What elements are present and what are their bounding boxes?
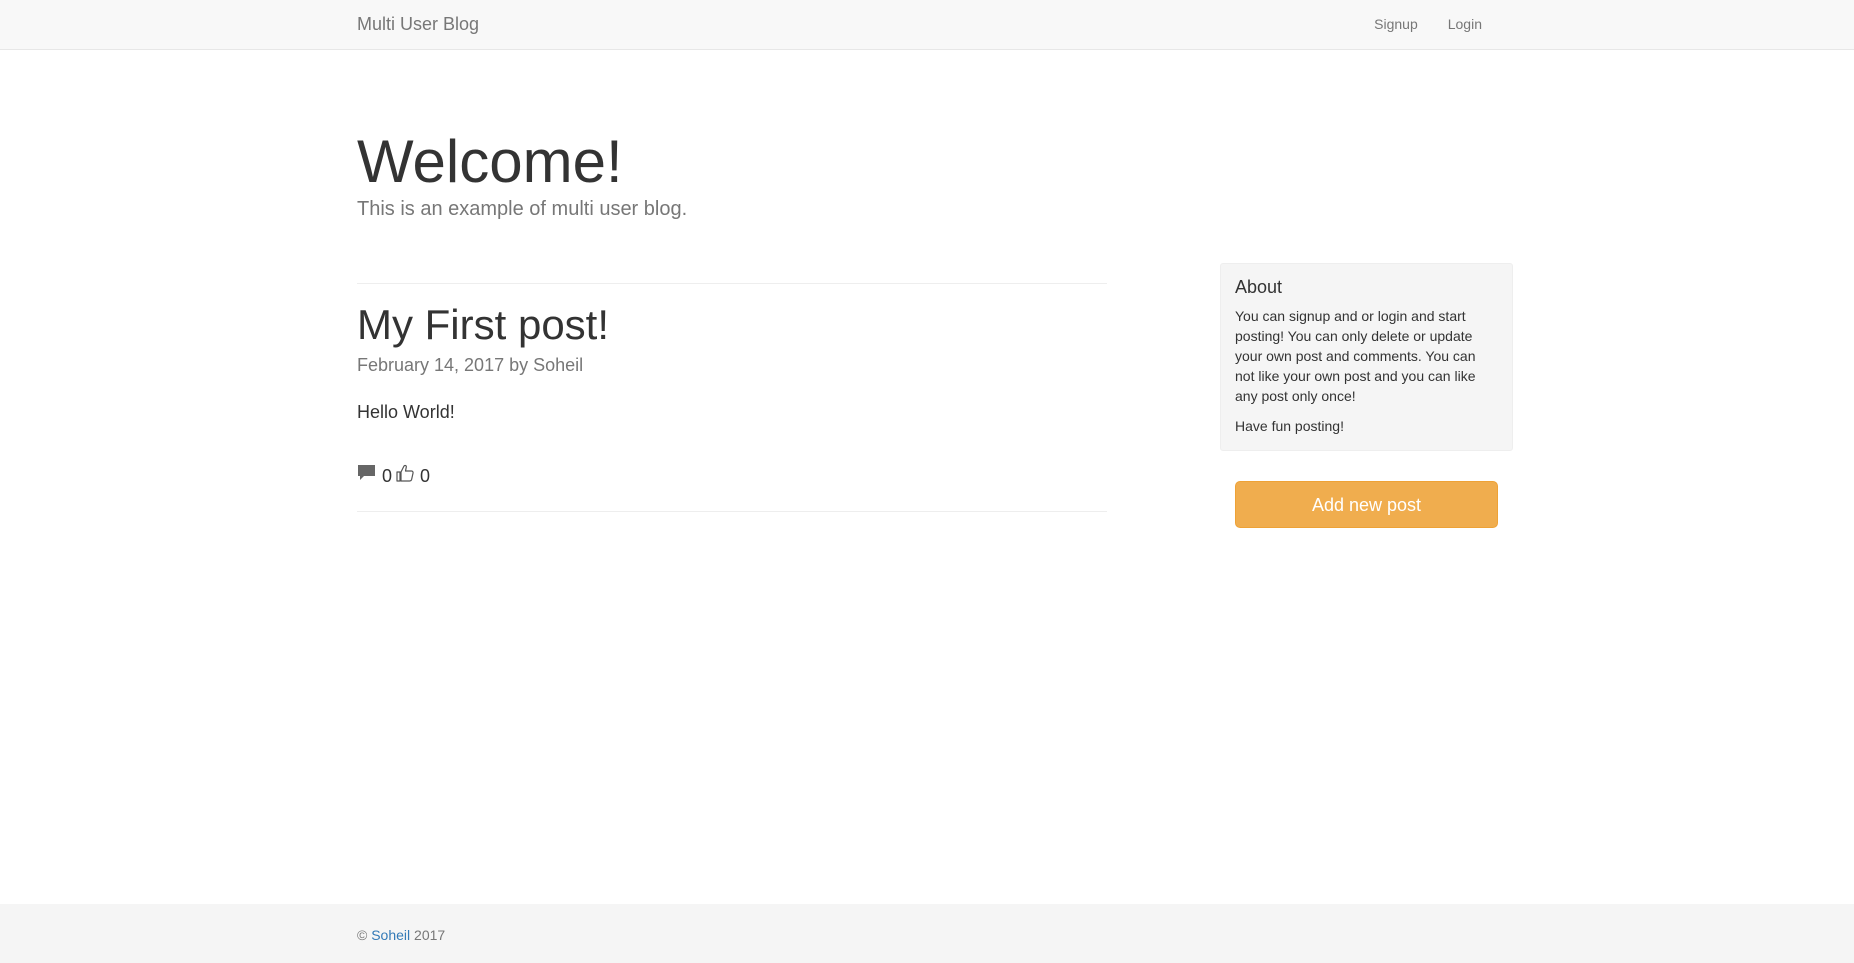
about-text-closing: Have fun posting! xyxy=(1235,418,1344,434)
signup-link[interactable]: Signup xyxy=(1359,0,1433,50)
post-stats: 0 0 xyxy=(357,464,434,487)
footer-text: © Soheil 2017 xyxy=(357,926,445,944)
post-date: February 14, 2017 xyxy=(357,355,505,375)
about-text: You can signup and or login and start po… xyxy=(1235,308,1476,404)
post-meta: February 14, 2017 by Soheil xyxy=(357,354,583,376)
about-title: About xyxy=(1235,277,1283,297)
page-subtitle: This is an example of multi user blog. xyxy=(357,198,688,220)
login-link[interactable]: Login xyxy=(1433,0,1497,50)
comment-icon[interactable] xyxy=(357,464,376,487)
page-title: Welcome! xyxy=(357,128,623,195)
like-count: 0 xyxy=(420,465,431,486)
thumbs-up-icon[interactable] xyxy=(396,464,414,487)
footer: © Soheil 2017 xyxy=(0,904,1854,963)
post-author: Soheil xyxy=(533,355,584,375)
navbar: Multi User Blog Signup Login xyxy=(0,0,1854,50)
divider xyxy=(357,511,1107,512)
post-title[interactable]: My First post! xyxy=(357,300,609,350)
footer-year: 2017 xyxy=(414,927,446,943)
footer-author-link[interactable]: Soheil xyxy=(371,927,410,943)
divider xyxy=(357,283,1107,284)
nav-links: Signup Login xyxy=(1359,0,1497,50)
copyright-symbol: © xyxy=(357,927,368,943)
post-body: Hello World! xyxy=(357,402,455,422)
comment-count: 0 xyxy=(382,465,393,486)
post-by: by xyxy=(509,355,529,375)
about-panel: About You can signup and or login and st… xyxy=(1220,263,1513,451)
brand-link[interactable]: Multi User Blog xyxy=(357,14,479,34)
add-new-post-button[interactable]: Add new post xyxy=(1235,481,1498,528)
